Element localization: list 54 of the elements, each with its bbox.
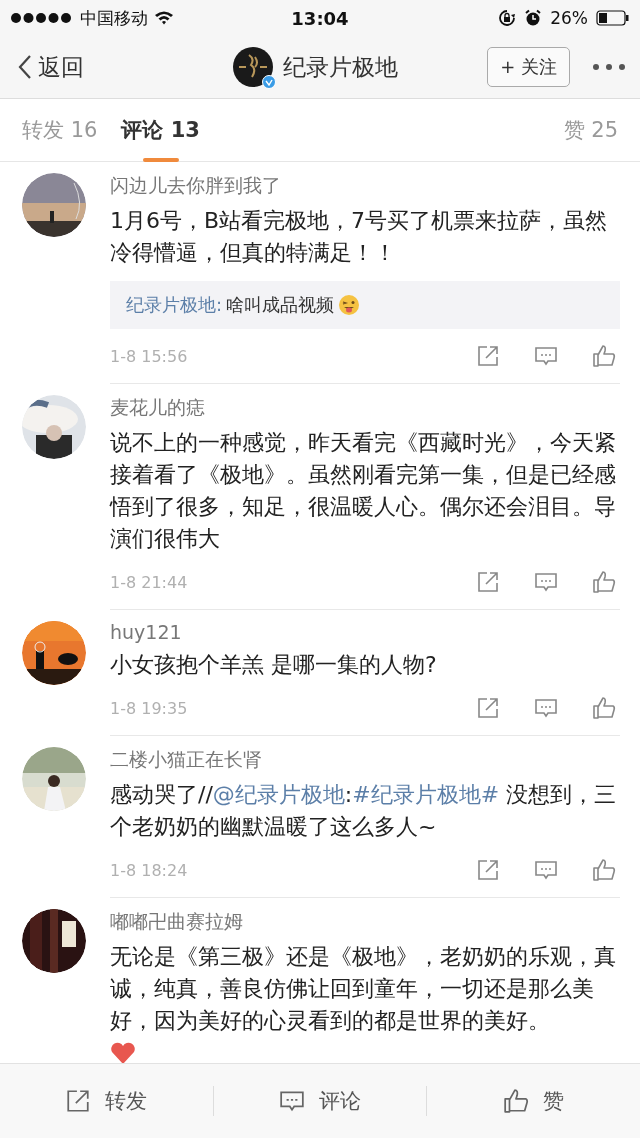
tab[interactable]: 赞 25 [563,98,618,162]
like-icon[interactable] [592,344,616,368]
battery-icon [596,10,630,26]
comment-time: 1-8 19:35 [110,698,188,718]
reply-author[interactable]: 纪录片极地: [126,293,223,317]
alarm-icon [524,9,543,27]
like-button[interactable]: 赞 [427,1064,640,1138]
battery-percent: 26% [550,8,588,28]
heart-icon [110,1041,136,1063]
comment-icon[interactable] [534,344,558,368]
signal-icon [10,12,74,24]
link[interactable]: #纪录片极地# [352,782,500,807]
share-icon[interactable] [476,570,500,594]
reply-text: 啥叫成品视频 [226,293,335,317]
comment-text: 小女孩抱个羊羔 是哪一集的人物? [110,651,438,679]
comment-text: 1月6号，B站看完极地，7号买了机票来拉萨，虽然冷得懵逼，但真的特满足！！ [110,207,609,267]
emoji-icon [338,294,361,316]
comment-icon[interactable] [534,858,558,882]
link[interactable]: @纪录片极地 [212,782,345,807]
tab[interactable]: 转发 16 [22,98,98,162]
account-name: 纪录片极地 [283,52,399,82]
comment-icon[interactable] [534,696,558,720]
share-icon [65,1088,92,1114]
back-icon [18,54,32,80]
user-name[interactable]: 嘟嘟卍曲赛拉姆 [110,909,620,935]
share-icon[interactable] [476,696,500,720]
user-name[interactable]: 二楼小猫正在长肾 [110,747,620,773]
comment-icon[interactable] [534,570,558,594]
like-icon[interactable] [592,858,616,882]
more-icon[interactable] [592,63,626,71]
like-icon [503,1088,530,1114]
logo-icon [233,47,274,87]
comment-text: 说不上的一种感觉，昨天看完《西藏时光》，今天紧接着看了《极地》。虽然刚看完第一集，但是已经感悟到了很多，知足，很温暖人心。偶尔还会泪目。导演们很伟大 [110,429,617,553]
like-icon[interactable] [592,570,616,594]
comment-text: 无论是《第三极》还是《极地》，老奶奶的乐观，真诚，纯真，善良仿佛让回到童年，一切还是那么美好，因为美好的心灵看到的都是世界的美好。 [110,943,617,1035]
share-icon[interactable] [476,858,500,882]
tab[interactable]: 评论 13 [121,98,200,162]
user-name[interactable]: 闪边儿去你胖到我了 [110,173,620,199]
share-button[interactable]: 转发 [0,1064,213,1138]
share-icon[interactable] [476,344,500,368]
follow-button[interactable]: + 关注 [487,47,570,87]
comment-button[interactable]: 评论 [213,1064,427,1138]
like-icon[interactable] [592,696,616,720]
user-name[interactable]: 麦花儿的痣 [110,395,620,421]
user-name[interactable]: huy121 [110,621,620,643]
comment-time: 1-8 21:44 [110,572,188,592]
comment-text: 感动哭了//@纪录片极地:#纪录片极地# 没想到，三个老奶奶的幽默温暖了这么多人~ [110,781,618,841]
comment-time: 1-8 15:56 [110,346,188,366]
carrier-name: 中国移动 [80,6,148,30]
wifi-icon [154,10,174,26]
comment-time: 1-8 18:24 [110,860,188,880]
clock-time: 13:04 [291,7,349,29]
back-button[interactable]: 返回 [18,51,84,83]
rotation-lock-icon [498,9,517,27]
